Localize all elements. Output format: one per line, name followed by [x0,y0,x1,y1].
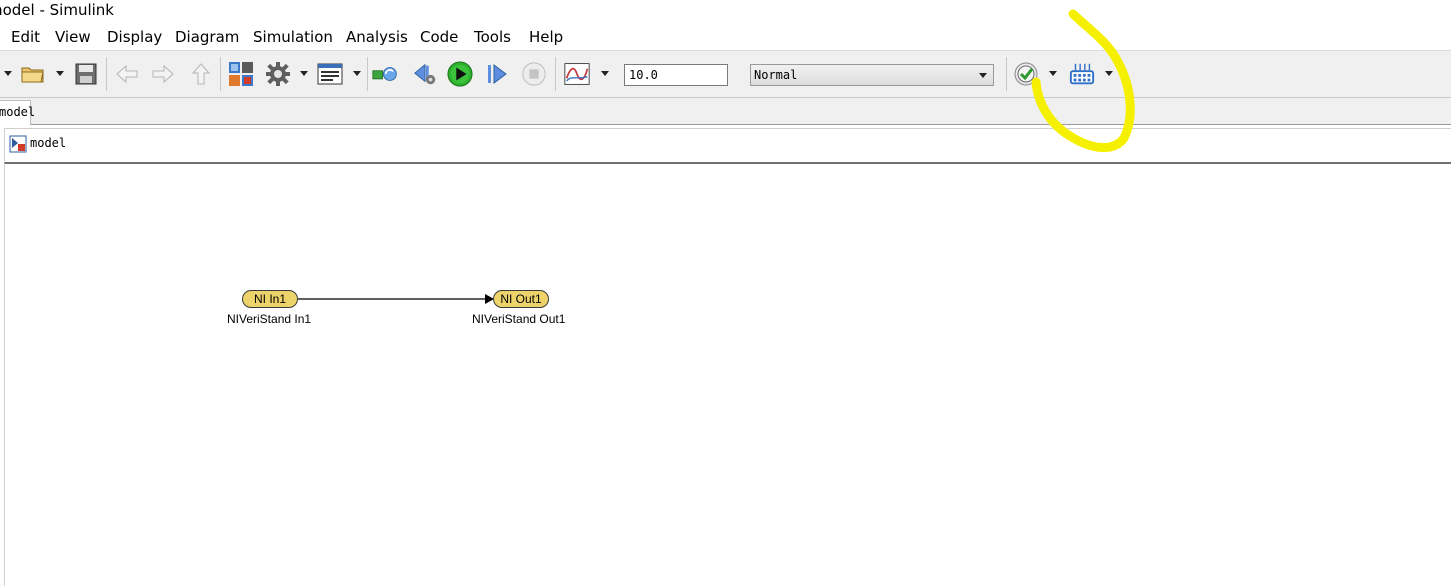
menu-analysis[interactable]: Analysis [346,28,408,46]
tab-label: model [0,105,36,119]
model-advisor-icon[interactable] [1013,61,1039,87]
build-dropdown[interactable] [1105,71,1113,76]
toolbar: Normal [0,50,1451,98]
config-dropdown[interactable] [300,71,308,76]
menu-view[interactable]: View [55,28,91,46]
simulation-mode-select[interactable]: Normal [750,64,994,86]
tab-strip: model [0,98,1451,125]
separator [106,57,107,91]
run-icon[interactable] [447,61,473,87]
window-title: model - Simulink [0,1,114,19]
breadcrumb: model [4,128,1451,161]
diagram-canvas[interactable]: NI In1 NIVeriStand In1 NI Out1 NIVeriSta… [4,162,1451,586]
signal-line[interactable] [5,164,1451,586]
open-folder-icon[interactable] [20,61,46,87]
step-back-icon[interactable] [412,61,438,87]
update-diagram-icon[interactable] [372,61,398,87]
ni-out1-block[interactable]: NI Out1 [493,290,549,308]
menu-tools[interactable]: Tools [474,28,511,46]
data-inspector-icon[interactable] [564,61,590,87]
menu-code[interactable]: Code [420,28,458,46]
library-browser-icon[interactable] [228,61,254,87]
forward-arrow-icon[interactable] [150,61,176,87]
build-icon[interactable] [1069,61,1095,87]
new-model-dropdown[interactable] [4,71,12,76]
simulink-window: model - Simulink Edit View Display Diagr… [0,0,1451,586]
chevron-down-icon [979,73,987,78]
title-bar: model - Simulink [0,0,1451,24]
gear-icon[interactable] [265,61,291,87]
up-arrow-icon[interactable] [188,61,214,87]
model-explorer-icon[interactable] [317,61,343,87]
stop-icon[interactable] [521,61,547,87]
menu-simulation[interactable]: Simulation [253,28,333,46]
menu-diagram[interactable]: Diagram [175,28,239,46]
stop-time-input[interactable] [624,64,728,86]
breadcrumb-path[interactable]: model [30,136,66,150]
tab-model[interactable]: model [0,100,35,125]
menu-display[interactable]: Display [107,28,162,46]
step-forward-icon[interactable] [484,61,510,87]
separator [220,57,221,91]
separator [367,57,368,91]
open-dropdown[interactable] [56,71,64,76]
block-label: NI Out1 [500,292,542,306]
advisor-dropdown[interactable] [1049,71,1057,76]
menu-bar: Edit View Display Diagram Simulation Ana… [0,24,1451,50]
block-caption: NIVeriStand Out1 [472,312,566,326]
menu-edit[interactable]: Edit [11,28,40,46]
back-arrow-icon[interactable] [114,61,140,87]
separator [1006,57,1007,91]
menu-help[interactable]: Help [529,28,563,46]
separator [555,57,556,91]
explorer-dropdown[interactable] [353,71,361,76]
simulation-mode-value: Normal [754,68,798,82]
save-icon[interactable] [73,61,99,87]
model-icon[interactable] [9,135,27,157]
data-inspector-dropdown[interactable] [601,71,609,76]
